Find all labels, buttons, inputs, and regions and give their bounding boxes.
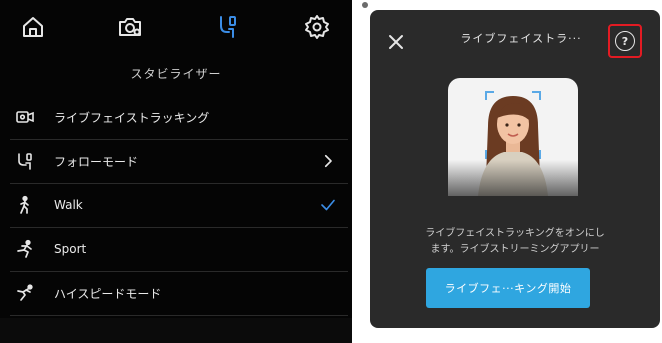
list-bottom-edge bbox=[0, 318, 352, 343]
description-line-2: ます。ライブストリーミングアプリー bbox=[430, 244, 600, 255]
help-panel: ライブフェイストラ··· ? ライブフェイストラッキングをオンにし ます。ライブ… bbox=[370, 10, 660, 328]
panel-title: ライブフェイストラ··· bbox=[460, 32, 582, 45]
sport-icon bbox=[14, 238, 36, 260]
walk-icon bbox=[14, 194, 36, 216]
description-line-1: ライブフェイストラッキングをオンにし bbox=[425, 228, 605, 239]
stabilizer-icon[interactable] bbox=[212, 12, 242, 42]
face-tracking-icon bbox=[14, 106, 36, 128]
menu-item-live-face-tracking[interactable]: ライブフェイストラッキング bbox=[10, 95, 348, 140]
stabilizer-settings-panel: スタビライザー ライブフェイストラッキング フォローモード Walk Sport… bbox=[0, 0, 352, 343]
settings-gear-icon[interactable] bbox=[302, 12, 332, 42]
menu-item-walk[interactable]: Walk bbox=[10, 183, 348, 228]
camera-dot bbox=[362, 2, 368, 8]
menu-item-follow-mode[interactable]: フォローモード bbox=[10, 139, 348, 184]
menu-item-label: Sport bbox=[54, 242, 87, 256]
menu-item-label: ライブフェイストラッキング bbox=[54, 110, 210, 125]
camera-settings-icon[interactable] bbox=[115, 12, 145, 42]
description-text: ライブフェイストラッキングをオンにし ます。ライブストリーミングアプリー bbox=[390, 226, 640, 258]
menu-item-label: Walk bbox=[54, 198, 83, 212]
chevron-right-icon bbox=[316, 149, 340, 173]
menu-item-sport[interactable]: Sport bbox=[10, 227, 348, 272]
home-icon[interactable] bbox=[18, 12, 48, 42]
menu-item-label: フォローモード bbox=[54, 154, 139, 169]
start-face-tracking-button[interactable]: ライブフェ···キング開始 bbox=[426, 268, 590, 308]
high-speed-icon bbox=[14, 282, 36, 304]
checkmark-icon bbox=[316, 193, 340, 217]
menu-item-high-speed-mode[interactable]: ハイスピードモード bbox=[10, 271, 348, 316]
help-button[interactable]: ? bbox=[608, 24, 642, 58]
question-mark-icon: ? bbox=[615, 31, 635, 51]
follow-mode-icon bbox=[14, 150, 36, 172]
top-navigation-bar bbox=[0, 0, 352, 58]
illustration-fade bbox=[448, 160, 578, 210]
menu-item-label: ハイスピードモード bbox=[54, 286, 162, 301]
section-title: スタビライザー bbox=[130, 67, 222, 81]
close-icon[interactable] bbox=[386, 32, 406, 52]
